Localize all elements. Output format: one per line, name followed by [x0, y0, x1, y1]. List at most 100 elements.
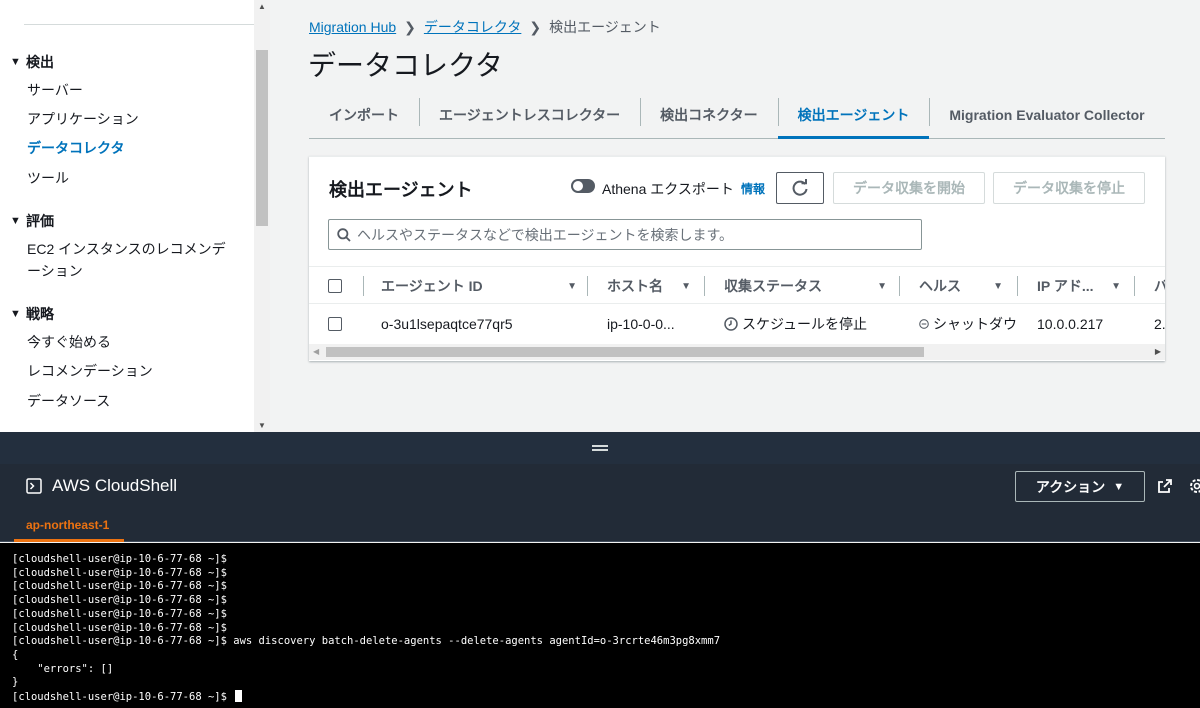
column-header-hostname[interactable]: ホスト名 ▼: [607, 267, 691, 305]
scroll-left-arrow-icon[interactable]: ◀: [313, 347, 319, 356]
select-all-checkbox[interactable]: [328, 279, 342, 293]
stop-data-collection-button[interactable]: データ収集を停止: [993, 172, 1145, 204]
column-header-version[interactable]: バ: [1154, 267, 1165, 305]
column-divider: [899, 276, 900, 296]
sidebar-scrollbar[interactable]: ▲ ▼: [254, 0, 270, 432]
gear-icon[interactable]: [1188, 477, 1200, 495]
column-divider: [704, 276, 705, 296]
tab-discovery-connector[interactable]: 検出コネクター: [640, 92, 777, 138]
sidebar-item-data-sources[interactable]: データソース: [27, 390, 237, 412]
athena-export-toggle[interactable]: [571, 179, 595, 193]
terminal-line: [cloudshell-user@ip-10-6-77-68 ~]$: [12, 621, 227, 634]
column-header-health[interactable]: ヘルス ▼: [919, 267, 1003, 305]
table-row[interactable]: o-3u1lsepaqtce77qr5 ip-10-0-0... スケジュールを…: [309, 304, 1165, 344]
search-icon: [337, 227, 351, 242]
cell-version: 2.: [1154, 316, 1165, 332]
drag-handle-icon: [592, 445, 608, 451]
sort-caret-icon[interactable]: ▼: [993, 281, 1003, 292]
sidebar-item-get-started[interactable]: 今すぐ始める: [27, 331, 237, 353]
row-checkbox[interactable]: [328, 317, 342, 331]
cell-hostname: ip-10-0-0...: [607, 316, 675, 332]
caret-down-icon: ▼: [10, 215, 21, 227]
cloudshell-header: AWS CloudShell アクション ▼ ap-northeast-1: [0, 464, 1200, 542]
tab-list: インポート エージェントレスコレクター 検出コネクター 検出エージェント Mig…: [309, 92, 1165, 139]
cell-collection-status: スケジュールを停止: [724, 304, 894, 344]
nav-section-assess[interactable]: ▼ 評価: [10, 211, 54, 231]
sidebar-item-tools[interactable]: ツール: [27, 167, 237, 189]
column-header-label: バ: [1154, 278, 1165, 294]
terminal-line: [cloudshell-user@ip-10-6-77-68 ~]$: [12, 580, 227, 593]
column-header-collection-status[interactable]: 収集ステータス ▼: [724, 267, 887, 305]
info-link[interactable]: 情報: [741, 180, 765, 197]
sidebar-item-applications[interactable]: アプリケーション: [27, 108, 237, 130]
sort-caret-icon[interactable]: ▼: [681, 281, 691, 292]
column-header-agent-id[interactable]: エージェント ID ▼: [381, 267, 577, 305]
table-header: エージェント ID ▼ ホスト名 ▼ 収集ステータス ▼ ヘルス ▼ IP アド…: [309, 266, 1165, 304]
column-header-ip-address[interactable]: IP アド... ▼: [1037, 267, 1121, 305]
terminal[interactable]: [cloudshell-user@ip-10-6-77-68 ~]$ [clou…: [0, 543, 1200, 708]
breadcrumb-data-collectors[interactable]: データコレクタ: [424, 17, 521, 37]
nav-section-label: 検出: [26, 54, 54, 70]
nav-section-discover[interactable]: ▼ 検出: [10, 52, 54, 72]
sidebar-item-recommendations[interactable]: レコメンデーション: [27, 360, 237, 382]
search-input[interactable]: [357, 226, 897, 243]
breadcrumb: Migration Hub ❯ データコレクタ ❯ 検出エージェント: [309, 17, 661, 37]
tab-import[interactable]: インポート: [309, 92, 419, 138]
start-data-collection-button[interactable]: データ収集を開始: [833, 172, 985, 204]
column-divider: [1134, 276, 1135, 296]
table-horizontal-scrollbar[interactable]: ◀ ▶: [309, 344, 1165, 360]
column-header-label: エージェント ID: [381, 278, 483, 294]
scroll-right-arrow-icon[interactable]: ▶: [1155, 347, 1161, 356]
tab-migration-evaluator-collector[interactable]: Migration Evaluator Collector: [929, 92, 1164, 138]
nav-section-strategy[interactable]: ▼ 戦略: [10, 304, 54, 324]
discovery-agents-panel: 検出エージェント Athena エクスポート 情報 データ収集を開始 データ収集…: [309, 156, 1165, 361]
actions-dropdown-button[interactable]: アクション ▼: [1015, 471, 1145, 502]
tab-discovery-agents[interactable]: 検出エージェント: [777, 92, 930, 139]
open-in-new-tab-icon[interactable]: [1157, 478, 1173, 494]
actions-label: アクション: [1035, 478, 1106, 495]
sidebar: ▼ 検出 サーバー アプリケーション データコレクタ ツール ▼ 評価 EC2 …: [0, 0, 270, 432]
status-text: スケジュールを停止: [742, 316, 868, 332]
column-header-label: ホスト名: [607, 278, 663, 294]
caret-down-icon: ▼: [1113, 480, 1125, 493]
cell-agent-id: o-3u1lsepaqtce77qr5: [381, 316, 513, 332]
scrollbar-thumb[interactable]: [256, 50, 268, 226]
terminal-line: "errors": []: [12, 662, 114, 675]
tab-region[interactable]: ap-northeast-1: [26, 518, 109, 532]
scroll-up-arrow-icon[interactable]: ▲: [258, 2, 266, 11]
terminal-line: [cloudshell-user@ip-10-6-77-68 ~]$: [12, 607, 227, 620]
sort-caret-icon[interactable]: ▼: [877, 281, 887, 292]
tab-agentless-collector[interactable]: エージェントレスコレクター: [419, 92, 640, 138]
caret-down-icon: ▼: [10, 308, 21, 320]
row-checkbox-cell: [328, 304, 342, 344]
chevron-right-icon: ❯: [404, 18, 416, 35]
search-box: [328, 219, 922, 250]
sidebar-item-servers[interactable]: サーバー: [27, 79, 237, 101]
column-divider: [363, 276, 364, 296]
active-tab-indicator: [14, 539, 124, 542]
terminal-line: [cloudshell-user@ip-10-6-77-68 ~]$: [12, 553, 227, 565]
main-content: Migration Hub ❯ データコレクタ ❯ 検出エージェント データコレ…: [270, 0, 1200, 432]
sidebar-item-ec2-recommendations[interactable]: EC2 インスタンスのレコメンデーション: [27, 238, 237, 282]
terminal-icon: [26, 478, 42, 494]
page-title: データコレクタ: [308, 50, 503, 81]
column-divider: [1017, 276, 1018, 296]
cloudshell-title-text: AWS CloudShell: [52, 476, 178, 495]
scroll-down-arrow-icon[interactable]: ▼: [258, 421, 266, 430]
health-text: シャットダウ: [933, 316, 1017, 332]
refresh-icon: [792, 179, 808, 196]
refresh-button[interactable]: [776, 172, 824, 204]
terminal-line: [cloudshell-user@ip-10-6-77-68 ~]$: [12, 594, 227, 607]
scrollbar-thumb[interactable]: [326, 347, 924, 357]
breadcrumb-current: 検出エージェント: [549, 19, 661, 35]
toggle-knob: [573, 181, 583, 191]
sort-caret-icon[interactable]: ▼: [1111, 281, 1121, 292]
athena-export-label: Athena エクスポート: [602, 181, 734, 197]
breadcrumb-migration-hub[interactable]: Migration Hub: [309, 19, 396, 35]
terminal-line: {: [12, 648, 19, 661]
terminal-line: }: [12, 676, 19, 689]
cloudshell-resize-handle[interactable]: [0, 432, 1200, 464]
sidebar-item-data-collectors[interactable]: データコレクタ: [27, 137, 237, 159]
sort-caret-icon[interactable]: ▼: [567, 281, 577, 292]
caret-down-icon: ▼: [10, 56, 21, 68]
